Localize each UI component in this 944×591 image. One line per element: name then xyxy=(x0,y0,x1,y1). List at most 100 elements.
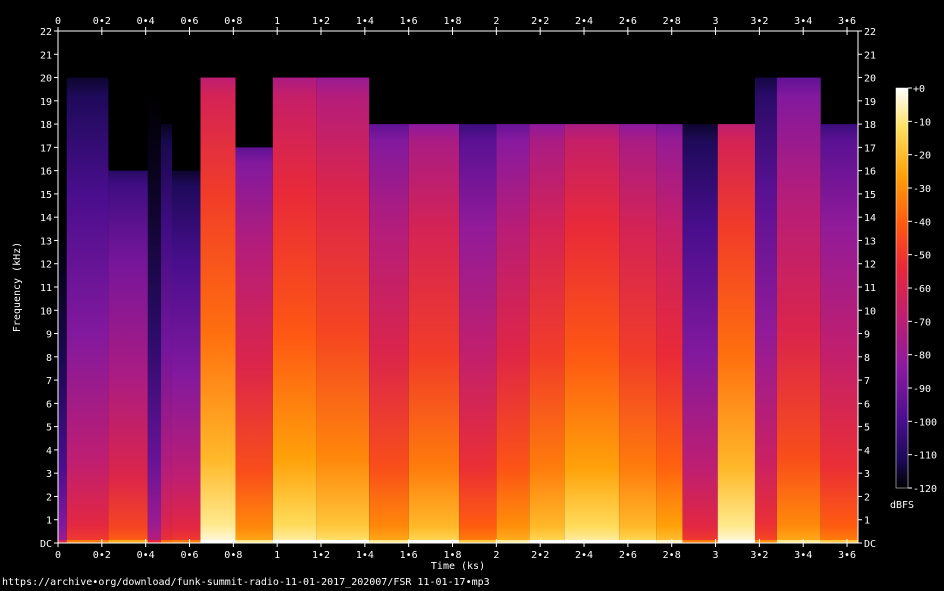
x-tick-label-bottom: 0•4 xyxy=(137,550,155,561)
y-tick-label-right: 11 xyxy=(864,283,876,294)
colorbar-tick-label: -50 xyxy=(913,251,931,262)
x-tick-label-top: 1•8 xyxy=(443,16,461,27)
spectrogram-segment xyxy=(776,77,821,543)
colorbar-tick-label: -110 xyxy=(913,451,937,462)
x-axis-label: Time (ks) xyxy=(431,561,485,572)
x-tick-label-top: 2 xyxy=(493,16,499,27)
spectrogram-chart: 000•20•20•40•40•60•60•80•8111•21•21•41•4… xyxy=(12,16,937,572)
y-tick-label-right: 14 xyxy=(864,213,876,224)
y-tick-label-right: 19 xyxy=(864,97,876,108)
colorbar-tick-label: -100 xyxy=(913,417,937,428)
y-tick-label-right: 6 xyxy=(864,399,870,410)
spectrogram-segment xyxy=(682,124,718,543)
spectrogram-segment xyxy=(717,124,755,543)
x-tick-label-bottom: 1•4 xyxy=(356,550,374,561)
y-tick-label-right: 17 xyxy=(864,143,876,154)
y-tick-label-right: 5 xyxy=(864,423,870,434)
source-url: https://archive•org/download/funk-summit… xyxy=(2,577,490,588)
y-tick-label-right: 7 xyxy=(864,376,870,387)
y-tick-label-left: 7 xyxy=(46,376,52,387)
x-tick-label-bottom: 2•8 xyxy=(663,550,681,561)
y-tick-label-right: 16 xyxy=(864,167,876,178)
x-tick-label-bottom: 2•2 xyxy=(531,550,549,561)
x-tick-label-bottom: 0•6 xyxy=(180,550,198,561)
colorbar-label: dBFS xyxy=(890,500,914,511)
spectrogram-segment xyxy=(459,124,497,543)
spectrogram-segment xyxy=(408,124,460,543)
x-tick-label-top: 3•6 xyxy=(838,16,856,27)
y-tick-label-left: 22 xyxy=(40,27,52,38)
y-tick-label-left: 9 xyxy=(46,330,52,341)
y-tick-label-left: 18 xyxy=(40,120,52,131)
spectrogram-segment xyxy=(235,147,273,543)
y-tick-label-right: DC xyxy=(864,539,876,550)
y-tick-label-right: 15 xyxy=(864,190,876,201)
spectrogram-segment xyxy=(147,77,162,543)
x-tick-label-bottom: 2 xyxy=(493,550,499,561)
y-tick-label-left: 17 xyxy=(40,143,52,154)
y-tick-label-right: 21 xyxy=(864,50,876,61)
y-tick-label-left: 2 xyxy=(46,492,52,503)
x-tick-label-bottom: 0 xyxy=(55,550,61,561)
x-tick-label-top: 2•6 xyxy=(619,16,637,27)
x-tick-label-top: 0•6 xyxy=(180,16,198,27)
colorbar-tick-label: -20 xyxy=(913,151,931,162)
y-tick-label-left: 20 xyxy=(40,74,52,85)
x-tick-label-top: 3•4 xyxy=(794,16,812,27)
x-tick-label-top: 2•8 xyxy=(663,16,681,27)
x-tick-label-top: 1•2 xyxy=(312,16,330,27)
y-tick-label-left: 6 xyxy=(46,399,52,410)
spectrogram-segment xyxy=(200,77,236,543)
colorbar: +0 -10 -20 -30 -40 -50 -60 -70 -80 -90 -100 -110 -12… xyxy=(890,84,937,511)
spectrogram-segment xyxy=(66,77,109,543)
x-tick-label-top: 0•8 xyxy=(224,16,242,27)
spectrogram-segment xyxy=(161,124,172,543)
spectrogram-segment xyxy=(564,124,620,543)
x-tick-label-top: 1•4 xyxy=(356,16,374,27)
y-axis-label: Frequency (kHz) xyxy=(12,242,23,332)
y-tick-label-left: 3 xyxy=(46,469,52,480)
y-tick-label-left: 19 xyxy=(40,97,52,108)
x-tick-label-bottom: 1•6 xyxy=(400,550,418,561)
colorbar-tick-label: -90 xyxy=(913,384,931,395)
x-tick-label-top: 0 xyxy=(55,16,61,27)
y-tick-label-left: 21 xyxy=(40,50,52,61)
x-tick-label-top: 2•2 xyxy=(531,16,549,27)
y-tick-label-right: 4 xyxy=(864,446,870,457)
colorbar-tick-label: -120 xyxy=(913,484,937,495)
x-tick-label-bottom: 0•2 xyxy=(93,550,111,561)
y-tick-label-left: 1 xyxy=(46,516,52,527)
y-tick-label-left: 5 xyxy=(46,423,52,434)
spectrogram-segment xyxy=(656,124,683,543)
y-tick-label-left: 16 xyxy=(40,167,52,178)
x-tick-label-bottom: 1 xyxy=(274,550,280,561)
spectrogram-segment xyxy=(529,124,565,543)
y-tick-label-left: 12 xyxy=(40,260,52,271)
colorbar-tick-label: -30 xyxy=(913,184,931,195)
y-tick-label-right: 8 xyxy=(864,353,870,364)
y-tick-label-right: 2 xyxy=(864,492,870,503)
colorbar-tick-label: -10 xyxy=(913,117,931,128)
x-tick-label-top: 1•6 xyxy=(400,16,418,27)
x-tick-label-bottom: 3 xyxy=(713,550,719,561)
x-tick-label-bottom: 1•8 xyxy=(443,550,461,561)
spectrogram-segment xyxy=(108,170,148,543)
y-tick-label-right: 10 xyxy=(864,306,876,317)
y-tick-label-left: 14 xyxy=(40,213,52,224)
x-tick-label-top: 1 xyxy=(274,16,280,27)
y-tick-label-left: 4 xyxy=(46,446,52,457)
spectrogram-segment xyxy=(820,124,858,543)
spectrogram-plot-area xyxy=(58,31,858,543)
spectrogram-segment xyxy=(316,77,370,543)
y-tick-label-right: 1 xyxy=(864,516,870,527)
colorbar-tick-label: -80 xyxy=(913,351,931,362)
y-tick-label-right: 12 xyxy=(864,260,876,271)
colorbar-ticks: +0 -10 -20 -30 -40 -50 -60 -70 -80 -90 -100 -110 -12… xyxy=(908,84,937,495)
colorbar-tick-label: -70 xyxy=(913,317,931,328)
x-tick-label-top: 2•4 xyxy=(575,16,593,27)
x-tick-label-top: 0•2 xyxy=(93,16,111,27)
spectrogram-segment xyxy=(272,77,317,543)
y-tick-label-left: 11 xyxy=(40,283,52,294)
x-tick-label-bottom: 3•2 xyxy=(750,550,768,561)
x-tick-label-bottom: 3•6 xyxy=(838,550,856,561)
